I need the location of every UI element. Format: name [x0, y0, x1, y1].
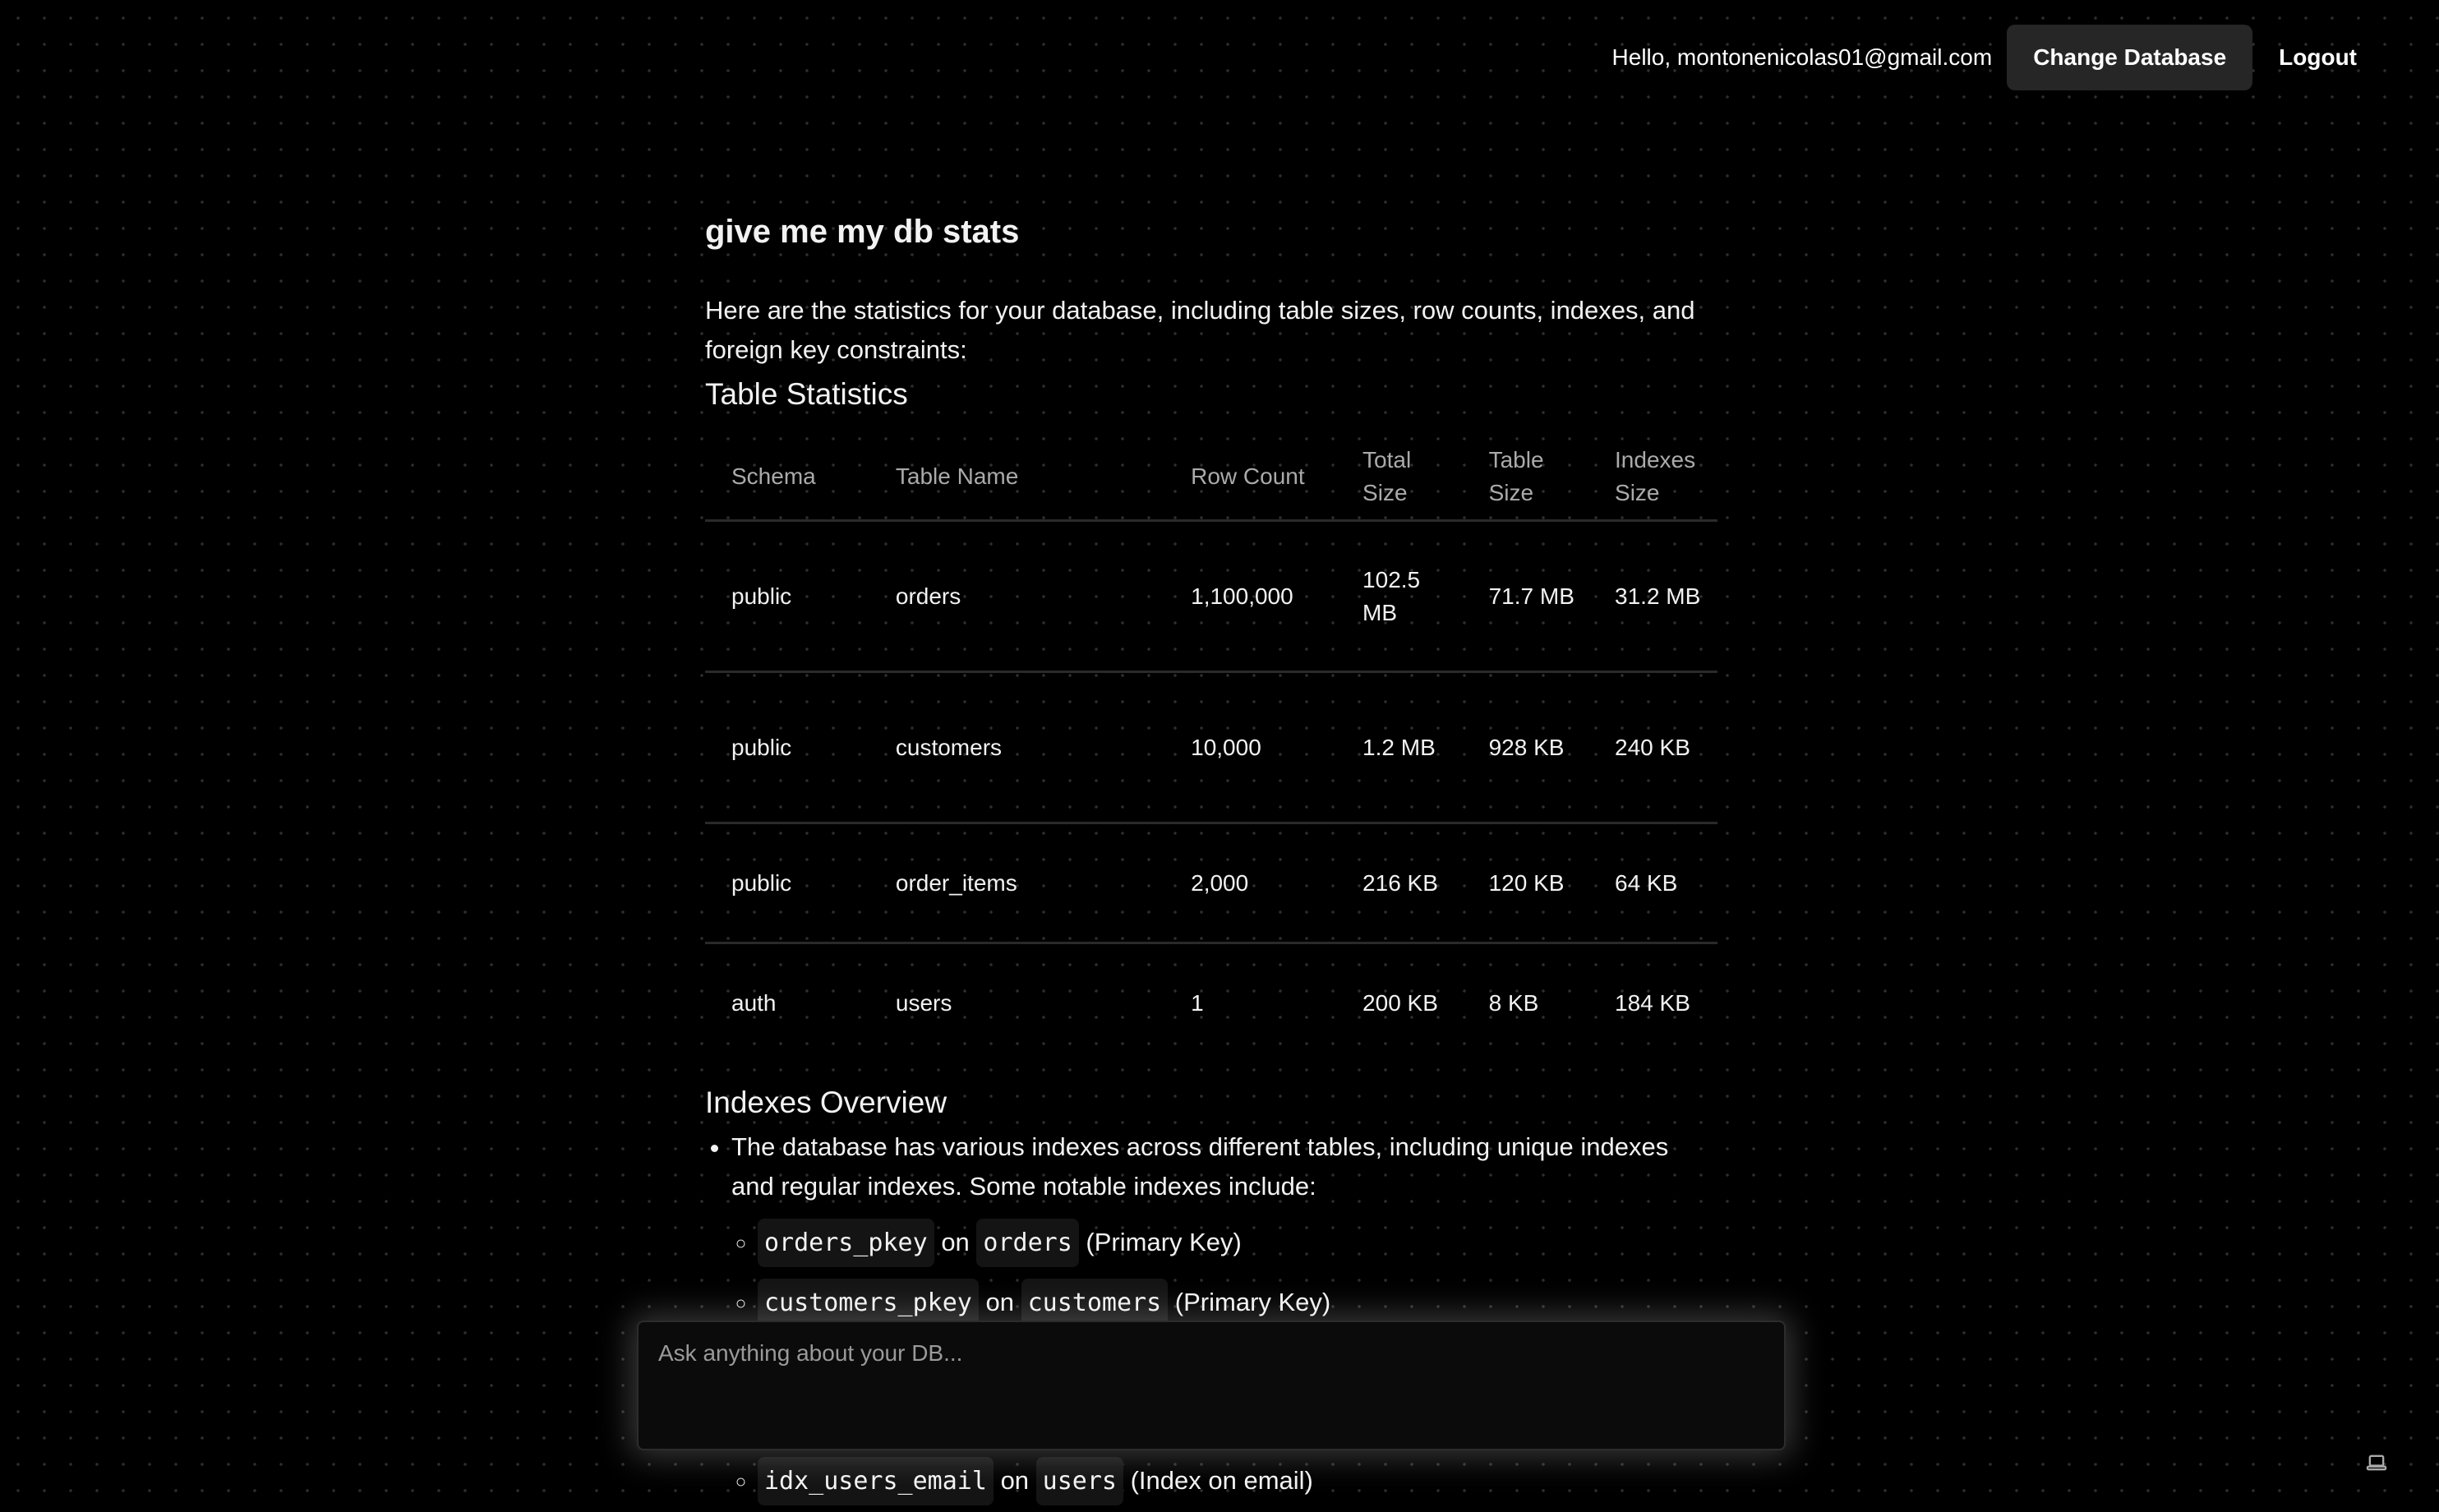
- table-cell: public: [731, 869, 792, 896]
- column-header: Schema: [731, 463, 816, 489]
- table-cell: 240 KB: [1615, 734, 1690, 760]
- index-note: (Primary Key): [1174, 1287, 1331, 1316]
- top-bar: Hello, montonenicolas01@gmail.com Change…: [1612, 25, 2383, 90]
- laptop-icon[interactable]: [2365, 1451, 2388, 1474]
- logout-button[interactable]: Logout: [2252, 44, 2383, 71]
- indexes-intro: The database has various indexes across …: [731, 1132, 1669, 1201]
- user-greeting: Hello, montonenicolas01@gmail.com: [1611, 44, 1993, 70]
- list-item: The database has various indexes across …: [731, 1127, 1717, 1511]
- table-row: public order_items 2,000 216 KB 120 KB 64 KB: [705, 823, 1717, 943]
- table-row: public customers 10,000 1.2 MB 928 KB 240 KB: [705, 672, 1717, 823]
- table-cell: 102.5 MB: [1362, 566, 1421, 625]
- table-cell: 31.2 MB: [1615, 583, 1701, 609]
- index-on: on: [941, 1227, 970, 1256]
- chat-input[interactable]: [639, 1322, 1784, 1449]
- assistant-intro: Here are the statistics for your databas…: [705, 296, 1695, 364]
- table-cell: public: [731, 734, 792, 760]
- table-cell: orders: [895, 583, 961, 609]
- column-header: Table Size: [1488, 447, 1544, 505]
- chat-transcript: give me my db stats Here are the statist…: [705, 205, 1717, 1511]
- table-cell: 1,100,000: [1191, 583, 1293, 609]
- table-cell: 1: [1191, 990, 1204, 1016]
- column-header: Table Name: [895, 463, 1019, 489]
- index-table: users: [1035, 1456, 1123, 1505]
- index-table: customers: [1021, 1278, 1169, 1327]
- index-note: (Index on email): [1130, 1465, 1313, 1495]
- table-cell: 10,000: [1191, 734, 1261, 760]
- change-database-button[interactable]: Change Database: [2007, 25, 2253, 90]
- indexes-list: The database has various indexes across …: [705, 1127, 1717, 1511]
- table-cell: 64 KB: [1615, 869, 1678, 896]
- table-cell: 216 KB: [1362, 869, 1438, 896]
- column-header: Row Count: [1191, 463, 1305, 489]
- index-note: (Primary Key): [1086, 1227, 1242, 1256]
- index-on: on: [985, 1287, 1014, 1316]
- index-name: idx_users_email: [758, 1456, 994, 1505]
- table-cell: 184 KB: [1615, 990, 1690, 1016]
- index-name: orders_pkey: [758, 1218, 934, 1267]
- index-item: idx_users_email on users (Index on email…: [758, 1451, 1717, 1511]
- table-row: auth users 1 200 KB 8 KB 184 KB: [705, 943, 1717, 1063]
- index-name: customers_pkey: [758, 1278, 979, 1327]
- table-cell: auth: [731, 990, 777, 1016]
- index-on: on: [1000, 1465, 1030, 1495]
- table-statistics-heading: Table Statistics: [705, 377, 908, 411]
- user-message: give me my db stats: [705, 214, 1020, 250]
- table-cell: 71.7 MB: [1488, 583, 1575, 609]
- table-row: public orders 1,100,000 102.5 MB 71.7 MB 31.2…: [705, 521, 1717, 672]
- table-cell: 2,000: [1191, 869, 1249, 896]
- table-cell: public: [731, 583, 792, 609]
- table-cell: 1.2 MB: [1362, 734, 1436, 760]
- table-cell: customers: [895, 734, 1003, 760]
- column-header: Indexes Size: [1615, 447, 1696, 505]
- index-item: orders_pkey on orders (Primary Key): [758, 1213, 1717, 1273]
- table-statistics: Schema Table Name Row Count Total Size Table…: [705, 436, 1717, 1063]
- table-cell: 928 KB: [1488, 734, 1565, 760]
- table-cell: 8 KB: [1488, 990, 1539, 1016]
- table-cell: users: [895, 990, 952, 1016]
- table-cell: order_items: [895, 869, 1017, 896]
- index-table: orders: [976, 1218, 1079, 1267]
- table-cell: 120 KB: [1488, 869, 1565, 896]
- column-header: Total Size: [1362, 447, 1412, 505]
- table-cell: 200 KB: [1362, 990, 1438, 1016]
- chat-input-box[interactable]: [637, 1321, 1786, 1450]
- indexes-overview-heading: Indexes Overview: [705, 1085, 947, 1119]
